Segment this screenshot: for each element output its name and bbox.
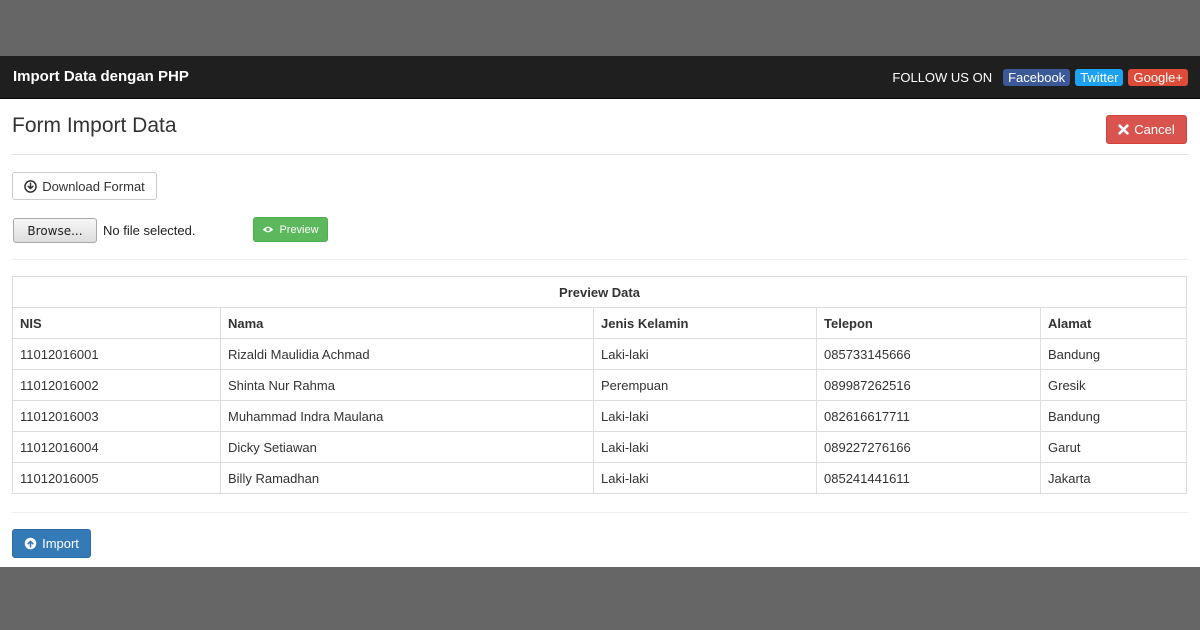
download-icon: [24, 179, 38, 193]
main-content: Form Import Data Cancel Download Format …: [0, 99, 1200, 567]
cell-nama: Rizaldi Maulidia Achmad: [220, 338, 594, 370]
cell-alamat: Jakarta: [1040, 462, 1187, 494]
table-caption: Preview Data: [12, 276, 1187, 308]
cell-nis: 11012016005: [12, 462, 221, 494]
column-header-jenis-kelamin: Jenis Kelamin: [593, 307, 817, 339]
download-format-button[interactable]: Download Format: [12, 172, 157, 200]
cell-jenis-kelamin: Laki-laki: [593, 462, 817, 494]
column-header-telepon: Telepon: [816, 307, 1041, 339]
file-status: No file selected.: [103, 223, 196, 238]
column-header-alamat: Alamat: [1040, 307, 1187, 339]
preview-button[interactable]: Preview: [253, 217, 328, 242]
column-header-nama: Nama: [220, 307, 594, 339]
follow-us-label: FOLLOW US ON: [892, 70, 993, 85]
cell-nis: 11012016001: [12, 338, 221, 370]
navbar-brand[interactable]: Import Data dengan PHP: [13, 68, 189, 85]
browse-button[interactable]: Browse...: [13, 218, 97, 243]
preview-table: Preview Data NIS Nama Jenis Kelamin Tele…: [12, 276, 1187, 494]
cell-telepon: 089227276166: [816, 431, 1041, 463]
cell-jenis-kelamin: Laki-laki: [593, 338, 817, 370]
google-plus-link[interactable]: Google+: [1128, 69, 1188, 86]
divider: [12, 154, 1188, 155]
cell-alamat: Bandung: [1040, 338, 1187, 370]
cell-nis: 11012016004: [12, 431, 221, 463]
cell-telepon: 085241441611: [816, 462, 1041, 494]
cancel-button[interactable]: Cancel: [1106, 115, 1187, 144]
cell-nama: Muhammad Indra Maulana: [220, 400, 594, 432]
remove-icon: [1118, 124, 1129, 135]
cell-nis: 11012016003: [12, 400, 221, 432]
cell-jenis-kelamin: Laki-laki: [593, 431, 817, 463]
table-row: 11012016002 Shinta Nur Rahma Perempuan 0…: [12, 369, 1187, 401]
cell-telepon: 082616617711: [816, 400, 1041, 432]
navbar: Import Data dengan PHP FOLLOW US ON Face…: [0, 56, 1200, 99]
import-button-label: Import: [42, 536, 79, 551]
divider: [12, 512, 1188, 513]
preview-button-label: Preview: [279, 223, 319, 236]
column-header-nis: NIS: [12, 307, 221, 339]
import-button[interactable]: Import: [12, 529, 91, 558]
cell-telepon: 089987262516: [816, 369, 1041, 401]
download-format-label: Download Format: [42, 178, 145, 194]
cell-nis: 11012016002: [12, 369, 221, 401]
table-header-row: NIS Nama Jenis Kelamin Telepon Alamat: [12, 307, 1187, 339]
table-row: 11012016004 Dicky Setiawan Laki-laki 089…: [12, 431, 1187, 463]
eye-icon: [263, 226, 274, 233]
twitter-link[interactable]: Twitter: [1075, 69, 1124, 86]
upload-icon: [24, 537, 37, 550]
cell-alamat: Garut: [1040, 431, 1187, 463]
cell-nama: Shinta Nur Rahma: [220, 369, 594, 401]
cancel-button-label: Cancel: [1134, 122, 1175, 137]
table-row: 11012016005 Billy Ramadhan Laki-laki 085…: [12, 462, 1187, 494]
cell-jenis-kelamin: Perempuan: [593, 369, 817, 401]
page-title: Form Import Data: [12, 114, 177, 137]
table-row: 11012016001 Rizaldi Maulidia Achmad Laki…: [12, 338, 1187, 370]
facebook-link[interactable]: Facebook: [1003, 69, 1071, 86]
cell-alamat: Bandung: [1040, 400, 1187, 432]
cell-jenis-kelamin: Laki-laki: [593, 400, 817, 432]
divider: [12, 259, 1188, 260]
table-row: 11012016003 Muhammad Indra Maulana Laki-…: [12, 400, 1187, 432]
cell-nama: Billy Ramadhan: [220, 462, 594, 494]
cell-nama: Dicky Setiawan: [220, 431, 594, 463]
follow-us: FOLLOW US ON Facebook Twitter Google+: [892, 69, 1188, 86]
cell-telepon: 085733145666: [816, 338, 1041, 370]
cell-alamat: Gresik: [1040, 369, 1187, 401]
